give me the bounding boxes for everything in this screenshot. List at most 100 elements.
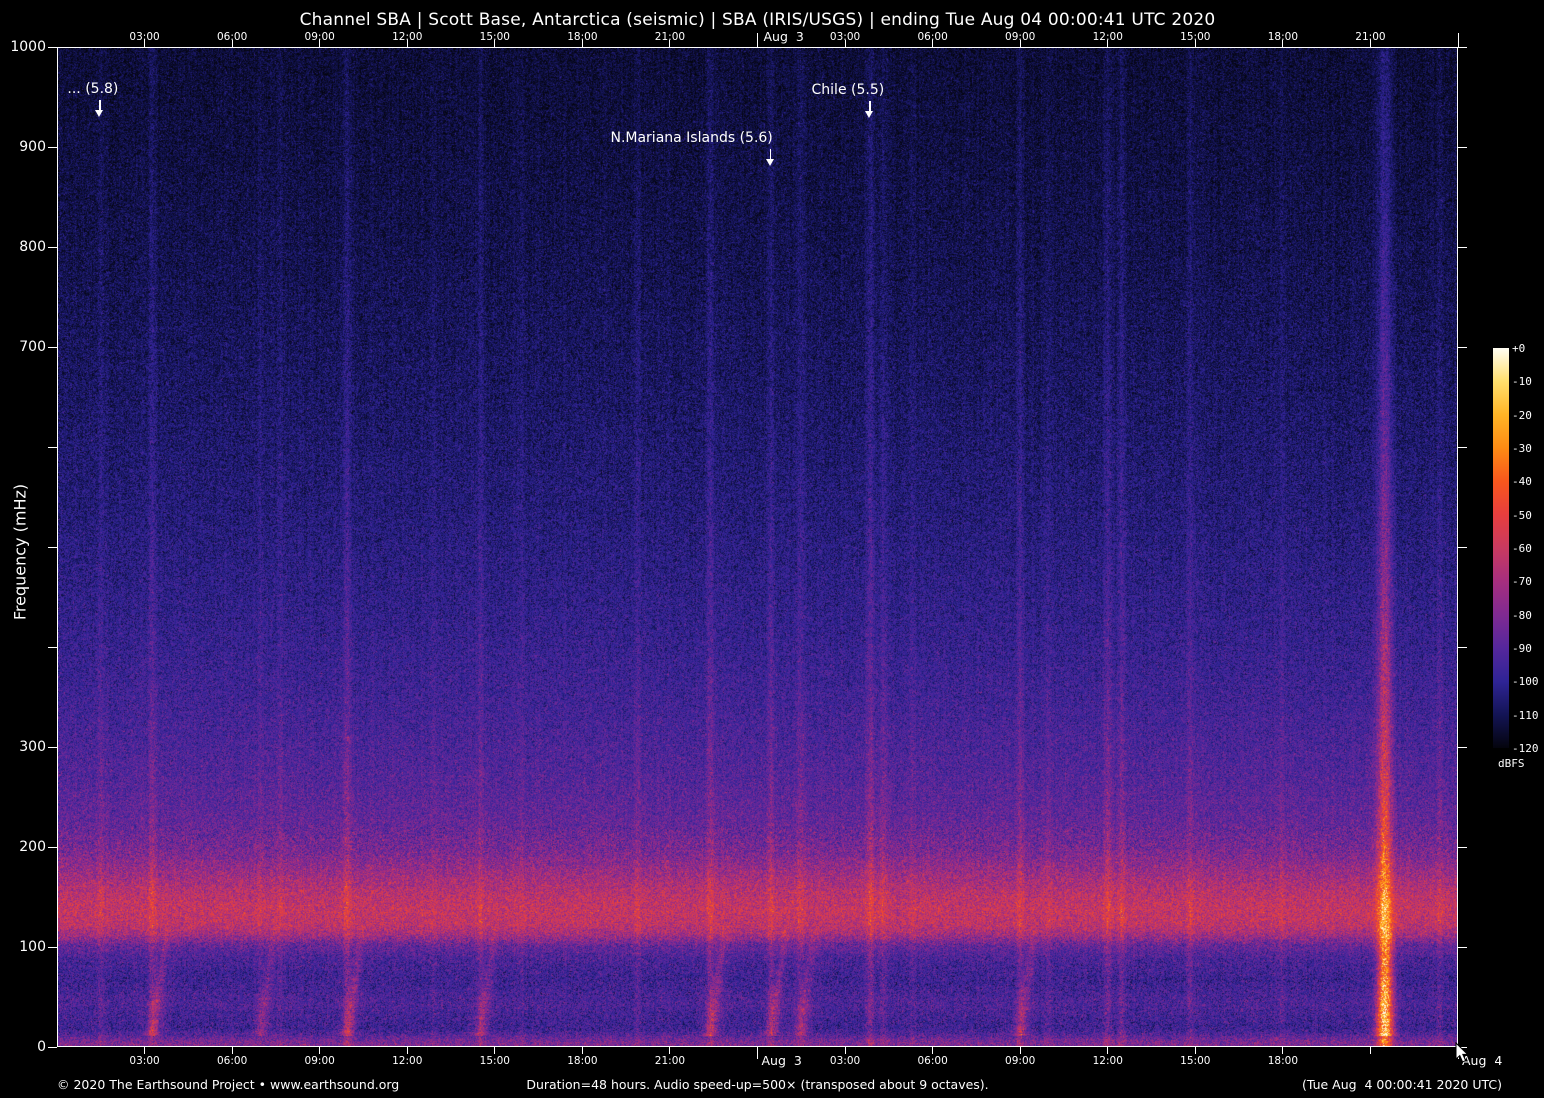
x-tick-bottom <box>669 1047 671 1054</box>
y-tick-left <box>48 446 57 448</box>
down-arrow-icon <box>766 159 775 166</box>
colorbar-tick-label: -30 <box>1512 442 1532 455</box>
x-tick-bottom <box>932 1047 934 1054</box>
x-tick-label-bottom: 06:00 <box>917 1055 948 1067</box>
colorbar-tick-label: -70 <box>1512 575 1532 589</box>
colorbar-tick-label: -80 <box>1512 608 1532 622</box>
y-tick-label: 300 <box>19 739 46 755</box>
x-tick-label-top: 18:00 <box>1267 31 1298 43</box>
x-tick-bottom <box>757 1047 758 1059</box>
x-tick-top <box>1457 33 1459 47</box>
x-tick-label-top: 09:00 <box>1005 31 1036 43</box>
x-tick-bottom <box>1282 1047 1284 1054</box>
y-tick-left <box>48 546 57 548</box>
x-tick-label-bottom: 03:00 <box>829 1055 861 1067</box>
y-tick-right <box>1458 846 1467 848</box>
y-tick-left <box>48 46 57 48</box>
y-tick-right <box>1458 546 1467 548</box>
colorbar-gradient <box>1493 348 1509 748</box>
x-tick-bottom <box>319 1047 321 1054</box>
x-tick-bottom <box>1457 1047 1459 1059</box>
y-tick-left <box>48 746 57 748</box>
x-tick-bottom <box>1369 1047 1371 1054</box>
x-tick-label-bottom: 15:00 <box>1180 1055 1211 1067</box>
annotation-event-5-8: ... (5.8) <box>67 81 119 97</box>
y-tick-left <box>48 346 57 348</box>
x-tick-label-top: 18:00 <box>567 31 598 43</box>
y-axis-label: Frequency (mHz) <box>10 483 30 621</box>
x-tick-label-top: 06:00 <box>917 31 948 43</box>
x-tick-label-top: 21:00 <box>654 31 686 43</box>
x-tick-bottom <box>1194 1047 1196 1054</box>
down-arrow-icon <box>95 110 104 117</box>
x-tick-bottom <box>1019 1047 1021 1054</box>
x-tick-label-bottom: 03:00 <box>129 1055 160 1067</box>
y-tick-right <box>1458 1046 1467 1048</box>
x-tick-bottom <box>844 1047 846 1054</box>
y-tick-right <box>1458 246 1467 248</box>
y-tick-left <box>48 246 57 248</box>
y-tick-left <box>48 646 57 648</box>
y-tick-left <box>48 146 57 148</box>
colorbar-tick-label: +0 <box>1512 342 1526 355</box>
x-tick-label-bottom: 12:00 <box>1092 1055 1123 1067</box>
x-tick-label-bottom: 09:00 <box>304 1055 335 1067</box>
x-tick-bottom <box>1107 1047 1109 1054</box>
y-tick-left <box>48 846 57 848</box>
chart-title: Channel SBA | Scott Base, Antarctica (se… <box>299 10 1216 30</box>
colorbar-tick-label: -100 <box>1512 675 1539 689</box>
x-tick-top <box>757 33 758 47</box>
y-tick-right <box>1458 146 1467 148</box>
y-tick-label: 200 <box>19 839 46 855</box>
spectrogram-app: Channel SBA | Scott Base, Antarctica (se… <box>0 0 1544 1098</box>
x-tick-label-bottom: Aug 3 <box>761 1053 802 1068</box>
x-tick-label-top: 15:00 <box>1180 31 1211 43</box>
x-tick-label-bottom: 21:00 <box>654 1055 686 1067</box>
y-tick-right <box>1458 946 1467 948</box>
colorbar-tick-label: -50 <box>1512 508 1532 522</box>
y-tick-left <box>48 946 57 948</box>
x-tick-label-top: 06:00 <box>216 31 248 43</box>
x-tick-label-bottom: 15:00 <box>479 1055 510 1067</box>
y-tick-label: 900 <box>19 139 46 155</box>
y-tick-right <box>1458 46 1467 48</box>
colorbar-tick-label: -10 <box>1512 375 1532 389</box>
x-tick-label-bottom: 12:00 <box>392 1055 423 1067</box>
x-tick-label-bottom: 18:00 <box>1267 1055 1298 1067</box>
x-tick-bottom <box>144 1047 146 1054</box>
footer-duration: Duration=48 hours. Audio speed-up=500× (… <box>526 1077 989 1092</box>
colorbar-unit-label: dBFS <box>1498 757 1525 770</box>
y-tick-left <box>48 1046 57 1048</box>
x-tick-label-top: Aug 3 <box>763 29 804 44</box>
x-tick-bottom <box>581 1047 583 1054</box>
y-tick-label: 1000 <box>10 39 46 55</box>
x-tick-label-bottom: 06:00 <box>216 1055 248 1067</box>
down-arrow-icon <box>865 111 874 118</box>
colorbar-tick-label: -60 <box>1512 542 1532 555</box>
x-tick-bottom <box>494 1047 496 1054</box>
x-tick-label-top: 15:00 <box>479 31 510 43</box>
colorbar-tick-label: -120 <box>1512 742 1539 755</box>
x-tick-label-bottom: 18:00 <box>567 1055 598 1067</box>
spectrogram-canvas <box>58 48 1458 1047</box>
x-tick-label-top: 09:00 <box>304 31 335 43</box>
colorbar-tick-label: -90 <box>1512 642 1532 655</box>
x-tick-label-bottom: Aug 4 <box>1462 1053 1503 1068</box>
colorbar-tick-label: -20 <box>1512 408 1532 422</box>
y-tick-label: 100 <box>19 939 46 955</box>
annotation-n-mariana-islands: N.Mariana Islands (5.6) <box>610 130 773 146</box>
x-tick-label-top: 03:00 <box>829 31 861 43</box>
colorbar-tick-label: -40 <box>1512 475 1532 489</box>
y-tick-label: 800 <box>19 239 46 255</box>
x-tick-label-top: 03:00 <box>129 31 160 43</box>
x-tick-label-top: 12:00 <box>392 31 423 43</box>
annotation-chile: Chile (5.5) <box>811 82 885 98</box>
y-tick-right <box>1458 646 1467 648</box>
y-tick-label: 0 <box>37 1039 46 1055</box>
y-tick-right <box>1458 446 1467 448</box>
colorbar-tick-label: -110 <box>1512 708 1539 722</box>
footer-end-time: (Tue Aug 4 00:00:41 2020 UTC) <box>1301 1077 1502 1092</box>
x-tick-label-top: 21:00 <box>1355 31 1386 43</box>
y-tick-label: 700 <box>19 339 46 355</box>
x-tick-label-bottom: 09:00 <box>1005 1055 1036 1067</box>
